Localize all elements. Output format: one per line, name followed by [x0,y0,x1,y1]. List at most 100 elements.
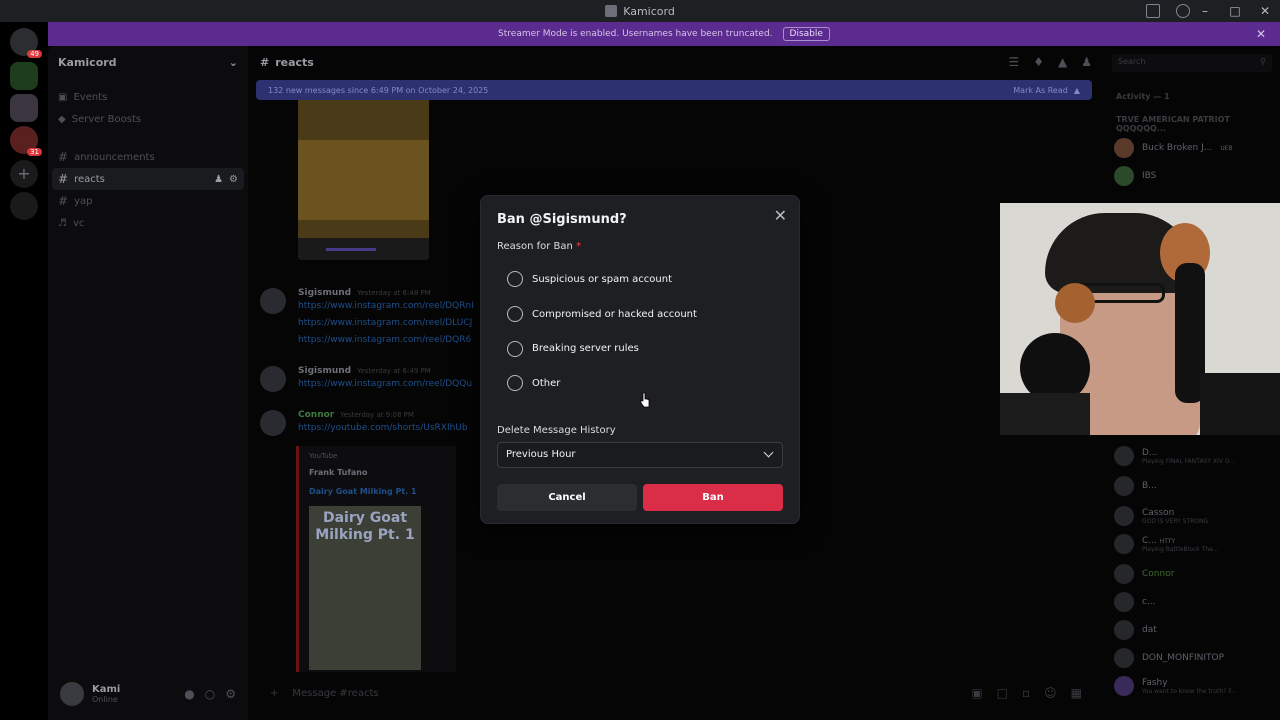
member-item[interactable]: C... HTTY Playing BattleBlock Tha... [1114,534,1219,554]
video-controls[interactable] [298,238,429,260]
invite-icon[interactable]: ♟ [214,174,223,185]
ban-button[interactable]: Ban [643,483,783,511]
avatar[interactable] [260,410,286,436]
avatar[interactable] [260,288,286,314]
microphone-icon[interactable]: ● [184,687,194,701]
events-item[interactable]: ▣ Events [48,86,248,108]
server-header[interactable]: Kamicord ⌄ [48,46,248,78]
member-item[interactable]: dat [1114,620,1157,640]
inbox-icon[interactable] [1146,4,1160,18]
message-author[interactable]: Connor [298,410,334,420]
channel-label: vc [72,217,85,229]
server-rail: 49 31 + [0,22,48,720]
embed-thumbnail[interactable]: Dairy Goat Milking Pt. 1 [309,506,421,670]
headphones-icon[interactable]: ○ [205,687,215,701]
bell-icon[interactable]: ♦ [1033,55,1044,69]
reason-option-rules[interactable]: Breaking server rules [497,331,783,366]
hash-icon: # [58,150,69,164]
member-item[interactable]: c... [1114,592,1156,612]
help-icon[interactable] [1176,4,1190,18]
delete-history-select[interactable]: Previous Hour [497,441,783,468]
pin-icon[interactable]: ▲ [1058,55,1067,69]
maximize-button[interactable]: □ [1220,4,1250,18]
message-input[interactable]: + Message #reacts ▣ □ ▫ ☺ ▦ [260,678,1092,708]
minimize-button[interactable]: – [1190,4,1220,18]
embed-author[interactable]: Frank Tufano [309,468,446,477]
cancel-button[interactable]: Cancel [497,483,637,511]
channel-yap[interactable]: # yap [48,190,248,212]
member-name: D... [1142,447,1158,458]
gear-icon[interactable]: ⚙ [225,687,236,701]
message-link[interactable]: https://youtube.com/shorts/UsRXIhUb [298,420,468,437]
channel-reacts[interactable]: # reacts ♟ ⚙ [52,168,244,190]
hand-cursor-icon [640,392,650,408]
emoji-icon[interactable]: ☺ [1044,686,1057,700]
server-boosts-item[interactable]: ◆ Server Boosts [48,108,248,130]
radio-icon[interactable] [507,306,523,323]
avatar[interactable] [60,682,84,706]
reason-option-spam[interactable]: Suspicious or spam account [497,262,783,297]
message-link[interactable]: https://www.instagram.com/reel/DLUCJ [298,315,474,332]
radio-icon[interactable] [507,340,523,357]
avatar [1114,446,1134,466]
channel-sidebar: Kamicord ⌄ ▣ Events ◆ Server Boosts # an… [48,46,248,720]
video-progress[interactable] [326,248,376,251]
message-author[interactable]: Sigismund [298,288,351,298]
channel-label: reacts [74,173,105,185]
thumbnail-text: Dairy Goat Milking Pt. 1 [315,510,415,543]
member-item[interactable]: DON_MONFINITOP [1114,648,1224,668]
message-link[interactable]: https://www.instagram.com/reel/DQQu [298,376,472,393]
server-icon-k[interactable] [10,62,38,90]
direct-messages-icon[interactable]: 49 [10,28,42,58]
new-messages-bar[interactable]: 132 new messages since 6:49 PM on Octobe… [256,80,1092,100]
app-logo-icon [605,5,618,17]
sticker-icon[interactable]: ▫ [1022,686,1030,700]
member-item[interactable]: Connor [1114,564,1174,584]
member-item[interactable]: IBS [1114,166,1156,186]
server-icon-kamicord[interactable] [10,94,38,122]
add-server-icon[interactable]: + [10,160,38,188]
search-input[interactable]: Search ⚲ [1112,54,1272,72]
threads-icon[interactable]: ☰ [1008,55,1019,69]
dm-badge: 49 [27,50,42,58]
avatar [1114,534,1134,554]
events-label: Events [73,91,108,103]
mark-as-read-button[interactable]: Mark As Read [1013,86,1068,95]
gif-icon[interactable]: □ [997,686,1008,700]
apps-icon[interactable]: ▦ [1071,686,1082,700]
gear-icon[interactable]: ⚙ [229,174,238,185]
avatar[interactable] [260,366,286,392]
message-author[interactable]: Sigismund [298,366,351,376]
disable-streamer-mode-button[interactable]: Disable [782,27,830,41]
member-item[interactable]: B... [1114,476,1157,496]
member-activity: You want to know the truth? F... [1142,687,1237,695]
member-item[interactable]: D... Playing FINAL FANTASY XIV O... [1114,446,1235,466]
embed-title[interactable]: Dairy Goat Milking Pt. 1 [309,487,446,496]
channel-announcements[interactable]: # announcements [48,146,248,168]
message-link[interactable]: https://www.instagram.com/reel/DQRnI [298,298,474,315]
member-item[interactable]: Buck Broken J... UEB [1114,138,1233,158]
member-tag: UEB [1220,144,1233,152]
banner-close-icon[interactable]: ✕ [1256,27,1266,41]
video-preview[interactable] [298,100,429,260]
members-icon[interactable]: ♟ [1081,55,1092,69]
radio-icon[interactable] [507,375,523,392]
message-link[interactable]: https://www.instagram.com/reel/DQR6 [298,332,474,349]
message-input-placeholder: Message #reacts [292,687,379,699]
close-window-button[interactable]: ✕ [1250,4,1280,18]
member-item[interactable]: Casson GOD IS VERY STRONG [1114,506,1208,526]
close-icon[interactable]: ✕ [774,206,787,225]
server-icon-red[interactable]: 31 [10,126,42,156]
gift-icon[interactable]: ▣ [971,686,982,700]
discover-icon[interactable] [10,192,38,220]
role-header: TRVE AMERICAN PATRIOT QQQQQQ... [1116,115,1230,133]
reason-option-label: Other [532,377,561,389]
activity-header[interactable]: Activity — 1 [1104,92,1280,101]
channel-vc[interactable]: ♬ vc [48,212,248,234]
message: Sigismund Yesterday at 6:48 PM https://ww… [260,288,474,349]
member-item[interactable]: Fashy You want to know the truth? F... [1114,676,1236,696]
reason-option-compromised[interactable]: Compromised or hacked account [497,297,783,332]
add-attachment-icon[interactable]: + [270,688,278,699]
boost-icon: ◆ [58,113,66,125]
radio-icon[interactable] [507,271,523,288]
